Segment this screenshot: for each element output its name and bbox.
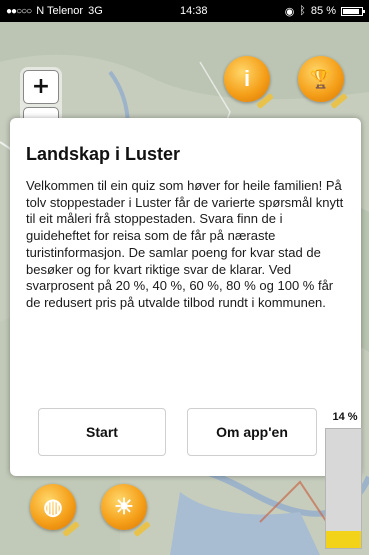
about-app-button[interactable]: Om app'en: [187, 408, 317, 456]
status-right: ◉ ᛒ 85 %: [284, 5, 365, 18]
network-type: 3G: [88, 5, 103, 17]
dialog-body: Velkommen til ein quiz som høver for hei…: [26, 178, 344, 310]
battery-icon: [340, 6, 365, 16]
trophy-icon[interactable]: 🏆: [298, 56, 348, 110]
globe-icon[interactable]: ◍: [30, 484, 80, 538]
progress-label: 14 %: [332, 411, 358, 423]
sun-icon[interactable]: ☀: [101, 484, 151, 538]
status-bar: ●●○○○ N Telenor 3G 14:38 ◉ ᛒ 85 %: [0, 0, 369, 22]
progress-bar: [325, 428, 362, 549]
intro-dialog: Landskap i Luster Velkommen til ein quiz…: [10, 118, 361, 476]
lock-rotation-icon: ◉: [284, 5, 295, 18]
signal-icon: ●●○○○: [6, 5, 32, 17]
start-button[interactable]: Start: [38, 408, 166, 456]
battery-percent: 85 %: [310, 5, 336, 17]
clock: 14:38: [179, 5, 208, 17]
bluetooth-icon: ᛒ: [299, 5, 306, 17]
info-icon[interactable]: i: [224, 56, 274, 110]
dialog-title: Landskap i Luster: [26, 144, 181, 164]
carrier-name: N Telenor: [36, 5, 84, 17]
status-left: ●●○○○ N Telenor 3G: [6, 5, 103, 17]
zoom-in-button[interactable]: +: [23, 70, 59, 104]
progress-fill: [326, 531, 361, 548]
